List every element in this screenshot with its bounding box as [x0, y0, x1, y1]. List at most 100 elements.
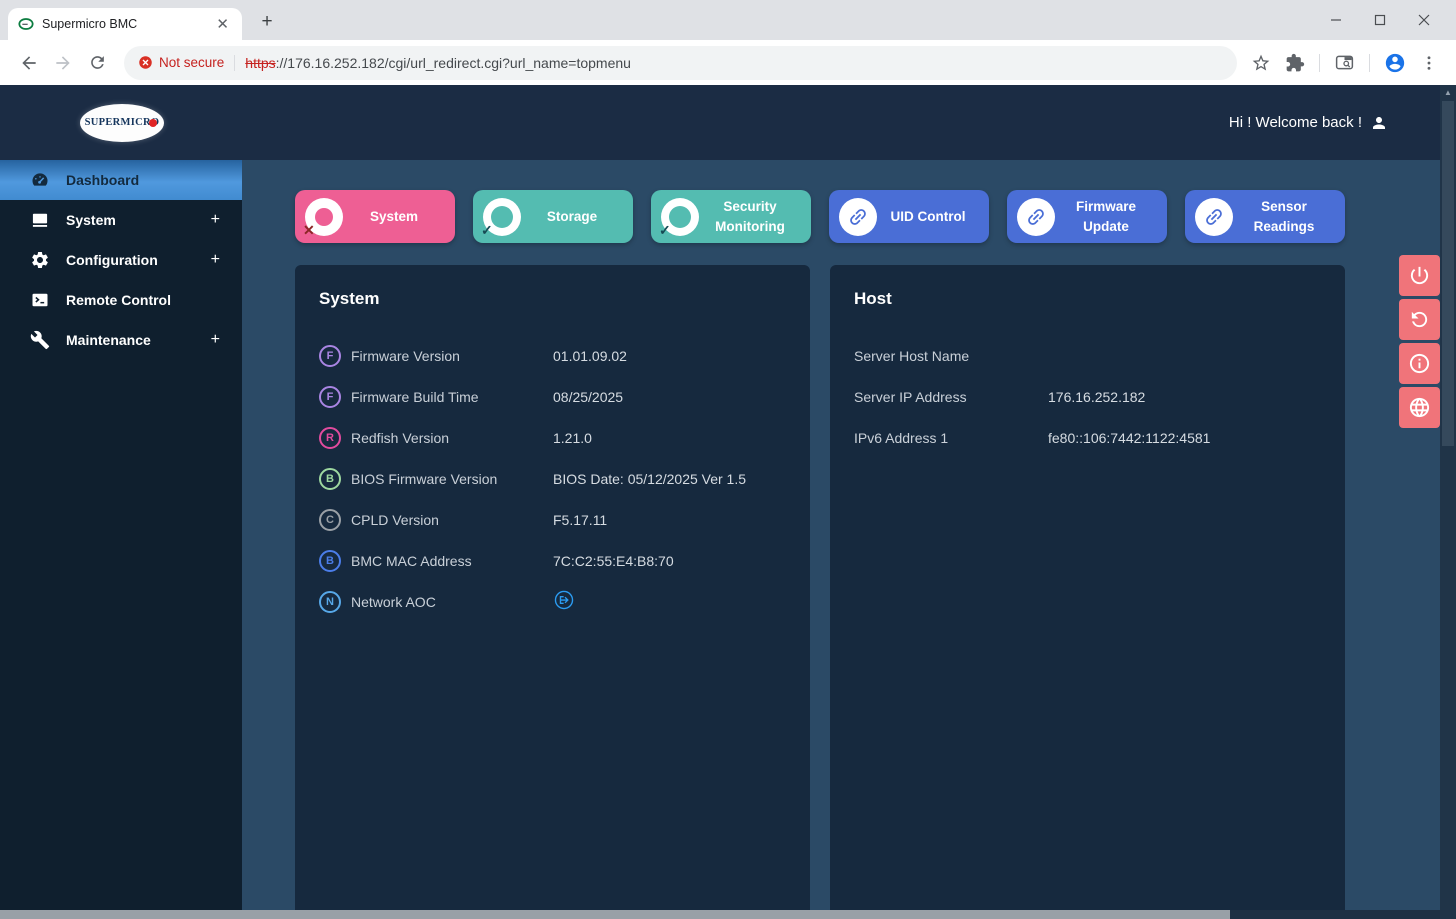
network-aoc-row: N Network AOC — [319, 581, 786, 622]
sidebar-item-maintenance[interactable]: Maintenance + — [0, 320, 242, 360]
extensions-icon[interactable] — [1285, 53, 1305, 73]
bmc-mac-address-row: B BMC MAC Address 7C:C2:55:E4:B8:70 — [319, 540, 786, 581]
link-icon — [839, 198, 877, 236]
status-check-icon: ✓ — [483, 198, 521, 236]
back-icon[interactable] — [12, 46, 46, 80]
address-bar[interactable]: Not secure https://176.16.252.182/cgi/ur… — [124, 46, 1237, 80]
not-secure-chip[interactable]: Not secure — [138, 55, 234, 70]
welcome-area: Hi ! Welcome back ! — [1229, 114, 1388, 132]
dashboard-gauge-icon — [30, 170, 50, 190]
browser-menu-kebab-icon[interactable] — [1420, 54, 1438, 72]
profile-avatar-icon[interactable] — [1384, 52, 1406, 74]
link-icon — [1195, 198, 1233, 236]
power-control-button[interactable] — [1399, 255, 1440, 296]
sidebar-item-label: System — [66, 212, 211, 228]
quick-button-sensor-readings[interactable]: Sensor Readings — [1185, 190, 1345, 243]
user-icon[interactable] — [1370, 114, 1388, 132]
expand-plus-icon[interactable]: + — [211, 211, 220, 229]
letter-badge-B: B — [319, 468, 341, 490]
tab-title: Supermicro BMC — [42, 17, 213, 31]
quick-button-storage[interactable]: ✓ Storage — [473, 190, 633, 243]
quick-button-system[interactable]: ✕ System — [295, 190, 455, 243]
reload-icon[interactable] — [80, 46, 114, 80]
letter-badge-N: N — [319, 591, 341, 613]
system-card-title: System — [319, 289, 786, 309]
sidebar-item-remote-control[interactable]: Remote Control — [0, 280, 242, 320]
window-controls — [1314, 0, 1446, 40]
quick-button-uid-control[interactable]: UID Control — [829, 190, 989, 243]
not-secure-label: Not secure — [159, 55, 224, 70]
letter-badge-C: C — [319, 509, 341, 531]
close-window-icon[interactable] — [1402, 0, 1446, 40]
host-card: Host Server Host Name Server IP Address … — [830, 265, 1345, 910]
url-text: https://176.16.252.182/cgi/url_redirect.… — [245, 55, 631, 71]
sidebar-item-configuration[interactable]: Configuration + — [0, 240, 242, 280]
letter-badge-R: R — [319, 427, 341, 449]
minimize-icon[interactable] — [1314, 0, 1358, 40]
status-cross-icon: ✕ — [305, 198, 343, 236]
redfish-version-row: R Redfish Version 1.21.0 — [319, 417, 786, 458]
refresh-icon — [1408, 308, 1431, 331]
sidebar: Dashboard System + Configuration + Remot… — [0, 160, 242, 910]
language-globe-button[interactable] — [1399, 387, 1440, 428]
forward-icon[interactable] — [46, 46, 80, 80]
power-icon — [1408, 264, 1431, 287]
network-aoc-launch-icon[interactable] — [553, 589, 575, 611]
supermicro-favicon — [18, 16, 34, 32]
refresh-button[interactable] — [1399, 299, 1440, 340]
wrench-icon — [30, 330, 50, 350]
server-ip-address-row: Server IP Address 176.16.252.182 — [854, 376, 1321, 417]
firmware-build-time-row: F Firmware Build Time 08/25/2025 — [319, 376, 786, 417]
expand-plus-icon[interactable]: + — [211, 251, 220, 269]
quick-launch-row: ✕ System ✓ Storage ✓ Security Monitoring… — [295, 190, 1440, 243]
info-button[interactable] — [1399, 343, 1440, 384]
quick-actions-panel — [1399, 255, 1440, 431]
vertical-scrollbar[interactable]: ▲ — [1440, 85, 1456, 910]
bios-firmware-version-row: B BIOS Firmware Version BIOS Date: 05/12… — [319, 458, 786, 499]
vertical-scrollbar-thumb[interactable] — [1442, 101, 1454, 446]
sidebar-item-label: Configuration — [66, 252, 211, 268]
new-tab-button[interactable]: + — [254, 9, 280, 35]
sidebar-item-label: Dashboard — [66, 172, 220, 188]
gear-icon — [30, 250, 50, 270]
status-check-icon: ✓ — [661, 198, 699, 236]
main-content: ✕ System ✓ Storage ✓ Security Monitoring… — [242, 160, 1440, 910]
app-header: SUPERMICRO Hi ! Welcome back ! — [0, 85, 1440, 160]
tab-close-icon[interactable]: ✕ — [213, 15, 232, 33]
welcome-text: Hi ! Welcome back ! — [1229, 114, 1362, 131]
letter-badge-F: F — [319, 345, 341, 367]
horizontal-scrollbar-thumb[interactable] — [0, 910, 1230, 919]
quick-button-firmware-update[interactable]: Firmware Update — [1007, 190, 1167, 243]
monitor-icon — [30, 210, 50, 230]
link-icon — [1017, 198, 1055, 236]
tab-search-icon[interactable] — [1334, 52, 1355, 73]
firmware-version-row: F Firmware Version 01.01.09.02 — [319, 335, 786, 376]
sidebar-item-system[interactable]: System + — [0, 200, 242, 240]
letter-badge-B: B — [319, 550, 341, 572]
logo-red-dot — [149, 119, 157, 127]
browser-tab-strip: Supermicro BMC ✕ + — [0, 0, 1456, 40]
bookmark-star-icon[interactable] — [1251, 53, 1271, 73]
browser-tab[interactable]: Supermicro BMC ✕ — [8, 8, 242, 40]
cpld-version-row: C CPLD Version F5.17.11 — [319, 499, 786, 540]
info-icon — [1408, 352, 1431, 375]
scroll-up-arrow-icon[interactable]: ▲ — [1440, 85, 1456, 99]
ipv6-address-row: IPv6 Address 1 fe80::106:7442:1122:4581 — [854, 417, 1321, 458]
letter-badge-F: F — [319, 386, 341, 408]
globe-icon — [1408, 396, 1431, 419]
supermicro-logo: SUPERMICRO — [80, 104, 164, 142]
system-card: System F Firmware Version 01.01.09.02 F … — [295, 265, 810, 910]
expand-plus-icon[interactable]: + — [211, 331, 220, 349]
scrollbar-corner — [1440, 910, 1456, 919]
host-card-title: Host — [854, 289, 1321, 309]
server-host-name-row: Server Host Name — [854, 335, 1321, 376]
terminal-icon — [30, 290, 50, 310]
not-secure-warning-icon — [138, 55, 153, 70]
horizontal-scrollbar[interactable] — [0, 910, 1440, 919]
maximize-icon[interactable] — [1358, 0, 1402, 40]
sidebar-item-label: Maintenance — [66, 332, 211, 348]
browser-toolbar: Not secure https://176.16.252.182/cgi/ur… — [0, 40, 1456, 85]
sidebar-item-label: Remote Control — [66, 292, 220, 308]
sidebar-item-dashboard[interactable]: Dashboard — [0, 160, 242, 200]
quick-button-security-monitoring[interactable]: ✓ Security Monitoring — [651, 190, 811, 243]
